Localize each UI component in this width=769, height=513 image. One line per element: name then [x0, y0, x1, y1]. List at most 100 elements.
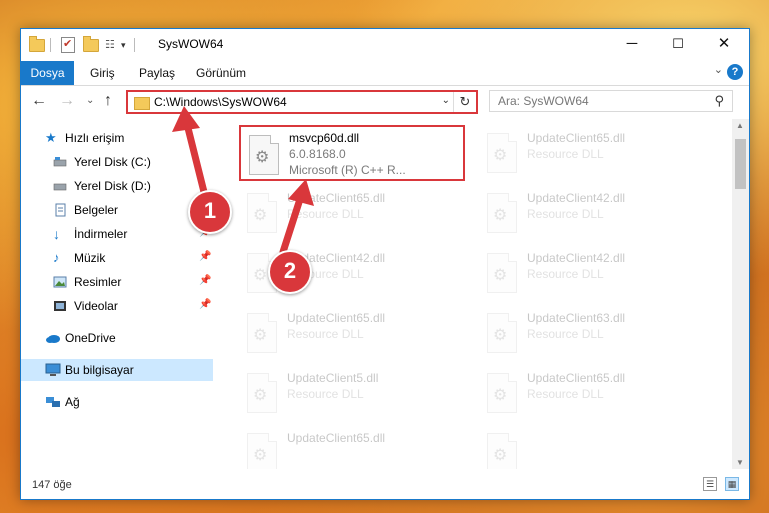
qa-separator-2	[134, 37, 135, 53]
address-bar[interactable]: C:\Windows\SysWOW64 ⌄ ↻	[126, 90, 478, 114]
sidebar-item-label: Videolar	[74, 299, 118, 313]
list-item[interactable]: ⚙ UpdateClient65.dll Resource DLL	[479, 125, 705, 181]
dll-file-icon: ⚙	[487, 193, 517, 233]
search-input[interactable]	[498, 94, 698, 108]
tiles-view-icon[interactable]: ▦	[725, 477, 739, 491]
dll-file-icon: ⚙	[487, 313, 517, 353]
quick-access-folder-icon[interactable]	[29, 35, 45, 53]
sidebar-item-quick-access[interactable]: ★ Hızlı erişim	[21, 127, 213, 149]
address-dropdown-icon[interactable]: ⌄	[442, 95, 450, 106]
tab-paylas[interactable]: Paylaş	[139, 61, 175, 85]
up-button[interactable]: ↑	[104, 91, 112, 111]
vertical-scrollbar[interactable]: ▲ ▼	[732, 119, 749, 469]
file-name: UpdateClient42.dll	[527, 251, 626, 265]
help-icon[interactable]: ?	[727, 64, 743, 80]
sidebar-item-local-disk-d[interactable]: Yerel Disk (D:)	[21, 175, 213, 197]
quick-access-new-folder-icon[interactable]	[83, 35, 99, 53]
file-desc: Resource DLL	[527, 147, 604, 161]
file-desc: Resource DLL	[527, 207, 604, 221]
sidebar-item-label: Yerel Disk (C:)	[74, 155, 151, 169]
download-icon: ↓	[53, 226, 60, 242]
drive-icon	[53, 155, 67, 169]
dll-file-icon: ⚙	[247, 193, 277, 233]
file-company: Microsoft (R) C++ R...	[289, 163, 406, 177]
maximize-button[interactable]: ☐	[655, 29, 701, 59]
forward-button[interactable]: →	[59, 91, 75, 111]
dll-file-icon: ⚙	[487, 433, 517, 469]
search-box[interactable]: ⚲	[489, 90, 733, 112]
scroll-down-icon[interactable]: ▼	[736, 458, 744, 467]
file-name: UpdateClient5.dll	[287, 371, 379, 385]
file-name: UpdateClient63.dll	[527, 311, 626, 325]
list-item[interactable]: ⚙ UpdateClient5.dll Resource DLL	[239, 365, 465, 421]
step-2-badge: 2	[268, 250, 312, 294]
tab-giris[interactable]: Giriş	[90, 61, 115, 85]
documents-icon	[53, 203, 67, 217]
pin-icon[interactable]: 📌	[199, 299, 211, 310]
list-item[interactable]: ⚙ UpdateClient42.dll Resource DLL	[479, 245, 705, 301]
sidebar-item-this-pc[interactable]: Bu bilgisayar	[21, 359, 213, 381]
file-name: UpdateClient65.dll	[527, 131, 626, 145]
file-name: msvcp60d.dll	[289, 131, 360, 145]
tab-gorunum[interactable]: Görünüm	[196, 61, 246, 85]
quick-access-view-icon[interactable]: ☷	[105, 37, 119, 53]
file-desc: Resource DLL	[287, 327, 364, 341]
list-item[interactable]: ⚙ UpdateClient42.dll Resource DLL	[479, 185, 705, 241]
dll-file-icon: ⚙	[247, 433, 277, 469]
file-name: UpdateClient65.dll	[287, 191, 386, 205]
sidebar-item-label: OneDrive	[65, 331, 116, 345]
quick-access-dropdown-icon[interactable]: ▾	[121, 37, 126, 53]
file-item-msvcp60d[interactable]: ⚙ msvcp60d.dll 6.0.8168.0 Microsoft (R) …	[239, 125, 465, 181]
close-button[interactable]: ✕	[701, 29, 747, 59]
file-name: UpdateClient65.dll	[287, 431, 386, 445]
quick-access-properties-icon[interactable]	[61, 37, 75, 53]
step-1-badge: 1	[188, 190, 232, 234]
file-desc: Resource DLL	[287, 207, 364, 221]
list-item[interactable]: ⚙ UpdateClient65.dll Resource DLL	[239, 305, 465, 361]
scroll-thumb[interactable]	[735, 139, 746, 189]
file-desc: Resource DLL	[527, 327, 604, 341]
minimize-button[interactable]: ─	[609, 29, 655, 59]
sidebar-item-network[interactable]: Ağ	[21, 391, 213, 413]
scroll-up-icon[interactable]: ▲	[736, 121, 744, 130]
list-item[interactable]: ⚙	[479, 425, 705, 469]
cloud-icon	[45, 331, 60, 345]
ribbon-tabs: Dosya Giriş Paylaş Görünüm ⌄ ?	[21, 61, 749, 86]
dll-file-icon: ⚙	[247, 373, 277, 413]
file-name: UpdateClient42.dll	[527, 191, 626, 205]
tab-dosya[interactable]: Dosya	[21, 61, 74, 85]
sidebar-item-onedrive[interactable]: OneDrive	[21, 327, 213, 349]
ribbon-expand-icon[interactable]: ⌄	[714, 63, 723, 76]
sidebar-item-label: Yerel Disk (D:)	[74, 179, 151, 193]
search-icon[interactable]: ⚲	[714, 93, 724, 109]
list-item[interactable]: ⚙ UpdateClient65.dll	[239, 425, 465, 469]
file-version: 6.0.8168.0	[289, 147, 346, 161]
navigation-bar: ← → ⌄ ↑ C:\Windows\SysWOW64 ⌄ ↻ ⚲	[21, 86, 749, 118]
pin-icon[interactable]: 📌	[199, 275, 211, 286]
file-name: UpdateClient65.dll	[287, 311, 386, 325]
pictures-icon	[53, 275, 67, 289]
details-view-icon[interactable]: ☰	[703, 477, 717, 491]
sidebar-item-label: Belgeler	[74, 203, 119, 217]
pin-icon[interactable]: 📌	[199, 251, 211, 262]
sidebar-item-videos[interactable]: Videolar 📌	[21, 295, 213, 317]
sidebar-item-pictures[interactable]: Resimler 📌	[21, 271, 213, 293]
list-item[interactable]: ⚙ UpdateClient65.dll Resource DLL	[479, 365, 705, 421]
dll-file-icon: ⚙	[487, 133, 517, 173]
sidebar-item-local-disk-c[interactable]: Yerel Disk (C:)	[21, 151, 213, 173]
item-count: 147 öğe	[32, 479, 72, 491]
sidebar-item-downloads[interactable]: ↓ İndirmeler 📌	[21, 223, 213, 245]
sidebar-item-music[interactable]: ♪ Müzik 📌	[21, 247, 213, 269]
refresh-button[interactable]: ↻	[453, 92, 476, 112]
file-desc: Resource DLL	[527, 267, 604, 281]
recent-locations-button[interactable]: ⌄	[86, 91, 94, 111]
list-item[interactable]: ⚙ UpdateClient65.dll Resource DLL	[239, 185, 465, 241]
title-bar: ☷ ▾ SysWOW64 ─ ☐ ✕	[21, 29, 749, 61]
sidebar-item-label: Resimler	[74, 275, 122, 289]
list-item[interactable]: ⚙ UpdateClient63.dll Resource DLL	[479, 305, 705, 361]
address-path[interactable]: C:\Windows\SysWOW64	[154, 95, 287, 109]
back-button[interactable]: ←	[31, 91, 47, 111]
star-icon: ★	[45, 130, 57, 145]
sidebar-item-documents[interactable]: Belgeler	[21, 199, 213, 221]
sidebar-item-label: Hızlı erişim	[65, 131, 125, 145]
